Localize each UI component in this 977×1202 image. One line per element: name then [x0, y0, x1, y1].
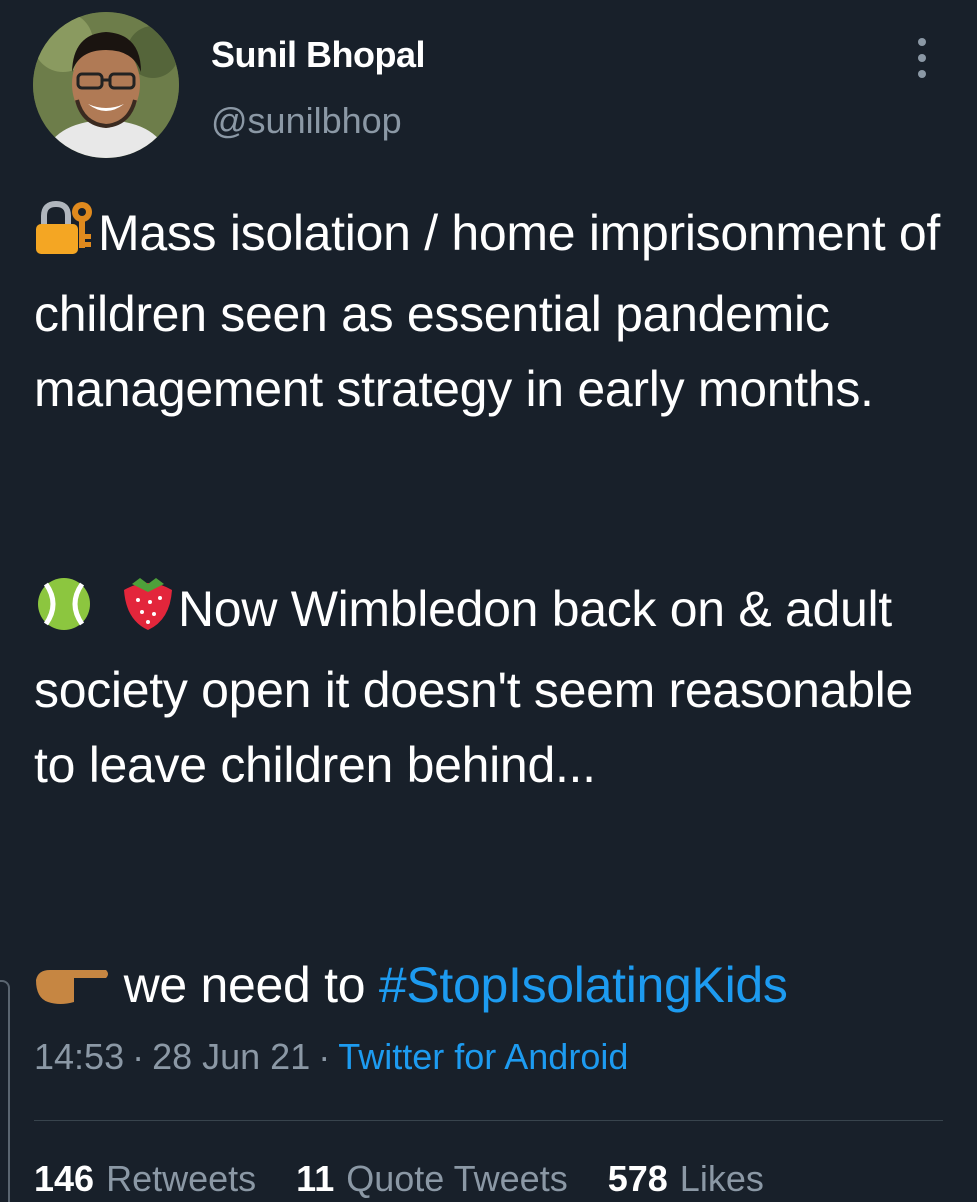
avatar[interactable]: [33, 12, 179, 158]
meta-separator: ·: [318, 1036, 331, 1077]
pointing-right-hand-icon: [34, 954, 110, 1029]
divider: [34, 1120, 943, 1121]
tweet-time[interactable]: 14:53: [34, 1036, 124, 1077]
engagement-stats: 146 Retweets 11 Quote Tweets 578 Likes: [34, 1158, 794, 1200]
tweet-meta: 14:53 · 28 Jun 21 · Twitter for Android: [34, 1036, 628, 1078]
locked-with-key-icon: [34, 200, 98, 277]
strawberry-icon: [118, 572, 178, 653]
likes-count: 578: [607, 1158, 668, 1199]
likes-label: Likes: [679, 1158, 764, 1199]
author-name[interactable]: Sunil Bhopal: [211, 34, 426, 76]
paragraph-3-text: we need to: [123, 957, 379, 1013]
paragraph-1-text: Mass isolation / home imprisonment of ch…: [34, 205, 941, 417]
retweets-label: Retweets: [106, 1158, 257, 1199]
quote-tweets-stat[interactable]: 11 Quote Tweets: [296, 1158, 568, 1199]
tweet-paragraph-3: we need to #StopIsolatingKids: [34, 948, 947, 1029]
meta-separator: ·: [132, 1036, 145, 1077]
quotes-label: Quote Tweets: [346, 1158, 568, 1199]
tweet-source-link[interactable]: Twitter for Android: [338, 1036, 628, 1077]
tweet-paragraph-2: Now Wimbledon back on & adult society op…: [34, 572, 947, 803]
retweets-count: 146: [34, 1158, 95, 1199]
tweet-paragraph-1: Mass isolation / home imprisonment of ch…: [34, 196, 947, 427]
edge-border: [0, 980, 10, 1202]
tennis-ball-icon: [34, 576, 98, 653]
more-options-icon[interactable]: [905, 38, 939, 78]
likes-stat[interactable]: 578 Likes: [608, 1158, 764, 1199]
quotes-count: 11: [296, 1158, 335, 1199]
retweets-stat[interactable]: 146 Retweets: [34, 1158, 256, 1199]
author-handle[interactable]: @sunilbhop: [211, 100, 402, 142]
hashtag-link[interactable]: #StopIsolatingKids: [379, 957, 788, 1013]
tweet-date[interactable]: 28 Jun 21: [152, 1036, 310, 1077]
